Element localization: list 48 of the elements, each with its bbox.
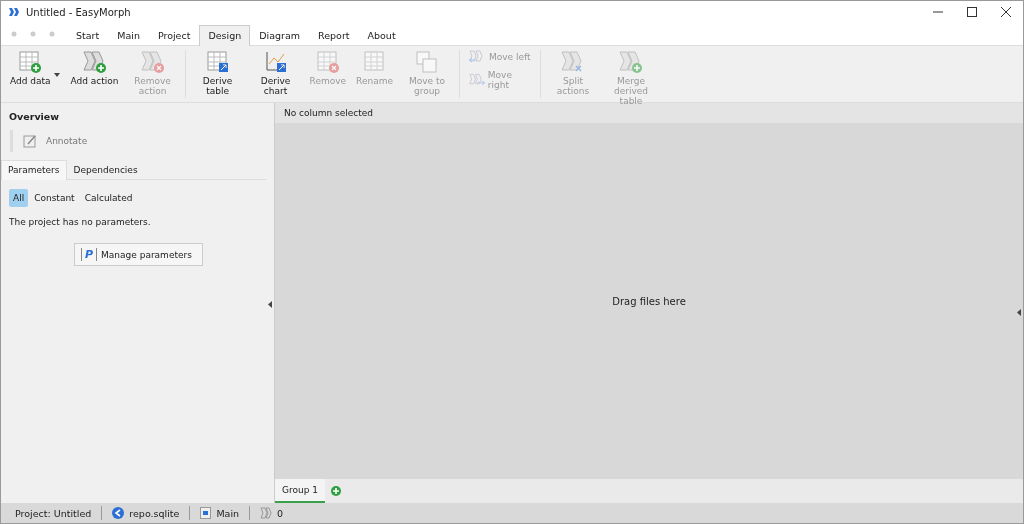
menu-tab[interactable]: About	[358, 25, 405, 45]
module-icon	[200, 507, 212, 519]
ribbon-button[interactable]: Add action	[65, 48, 124, 88]
status-text: Project: Untitled	[15, 507, 92, 519]
panel-tab[interactable]: Parameters	[1, 160, 67, 180]
maximize-icon[interactable]	[967, 7, 977, 17]
chevrons-x-icon	[139, 50, 166, 74]
chevrons-right-arrow-icon	[467, 73, 486, 87]
filter-button[interactable]: All	[9, 189, 29, 207]
status-text: 0	[277, 507, 284, 519]
menu-tab[interactable]: Diagram	[250, 25, 310, 45]
close-icon[interactable]	[1001, 7, 1011, 17]
empty-message: The project has no parameters.	[8, 216, 152, 229]
repository-icon	[112, 507, 125, 519]
dots-icon	[11, 31, 57, 37]
overview-title: Overview	[8, 111, 61, 122]
actions-icon	[260, 507, 273, 519]
ribbon-button[interactable]: Derive chart	[246, 48, 305, 98]
annotate-button[interactable]: Annotate	[23, 134, 88, 148]
stacked-pages-icon	[414, 50, 440, 74]
add-group-icon[interactable]	[331, 486, 341, 496]
chevrons-plus-icon	[618, 50, 644, 74]
app-logo-icon	[8, 7, 20, 17]
ribbon-button[interactable]: Derive table	[188, 48, 247, 98]
table-x-icon	[314, 50, 341, 74]
filter-button[interactable]: Calculated	[80, 189, 137, 207]
table-plus-icon	[17, 50, 44, 74]
manage-parameters-button[interactable]: P Manage parameters	[74, 243, 203, 266]
window-title: Untitled - EasyMorph	[26, 6, 131, 18]
group-tab[interactable]: Group 1	[275, 479, 325, 503]
menu-tab[interactable]: Report	[309, 25, 359, 45]
panel-tab[interactable]: Dependencies	[66, 160, 145, 179]
menu-tab[interactable]: Start	[67, 25, 109, 45]
menu-tab[interactable]: Design	[199, 25, 251, 46]
expand-arrow-icon[interactable]	[1017, 309, 1021, 316]
caret-icon[interactable]	[53, 73, 60, 77]
filter-button[interactable]: Constant	[30, 189, 79, 207]
chevrons-plus-icon	[81, 50, 108, 74]
status-text: repo.sqlite	[129, 507, 180, 519]
column-header-text: No column selected	[284, 108, 374, 118]
collapse-arrow-icon[interactable]	[268, 301, 272, 308]
drop-hint: Drag files here	[612, 295, 686, 307]
pencil-icon	[23, 134, 37, 148]
ribbon-button[interactable]: Add data	[5, 48, 56, 88]
menu-tab[interactable]: Project	[148, 25, 200, 45]
status-text: Main	[216, 507, 240, 519]
menu-tab[interactable]: Main	[108, 25, 149, 45]
table-arrow-icon	[204, 50, 231, 74]
